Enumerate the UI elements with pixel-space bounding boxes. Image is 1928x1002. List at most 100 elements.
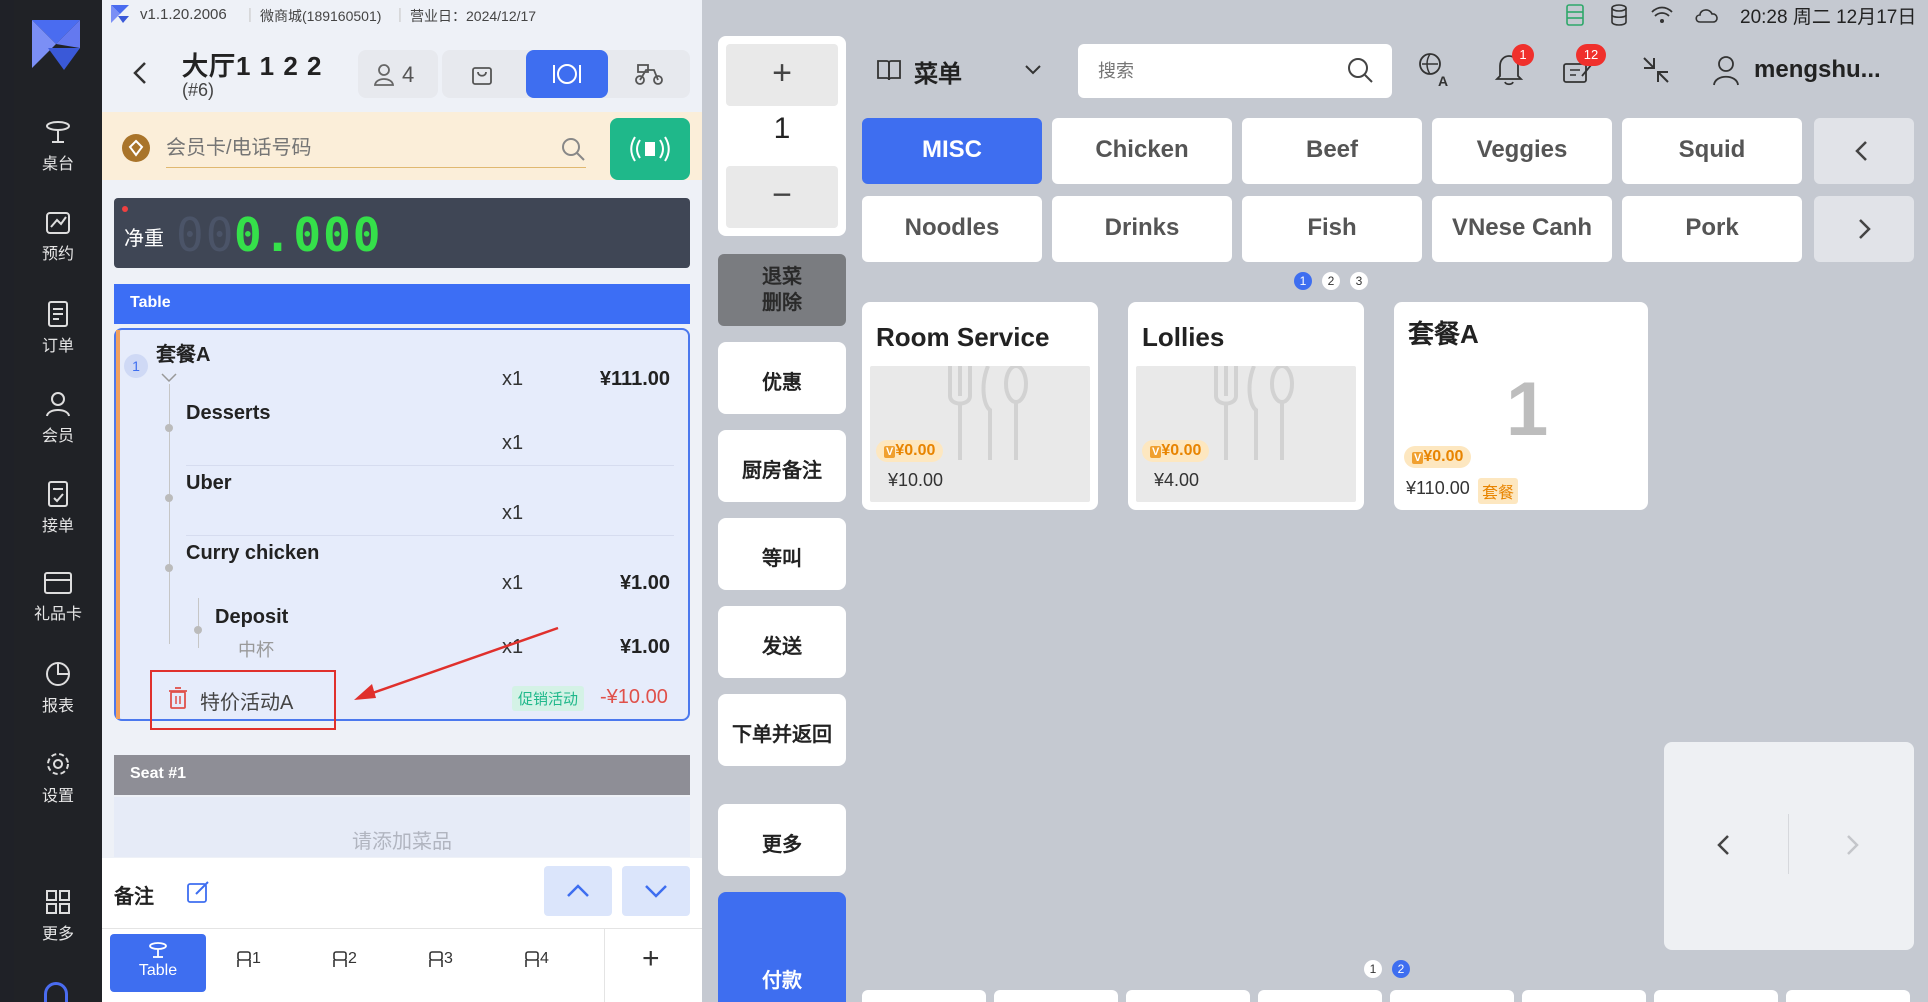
sidebar-item-accept-orders[interactable]: 接单 (14, 480, 102, 536)
product-count: 1 (1506, 367, 1549, 452)
user-icon[interactable] (1712, 54, 1740, 86)
lock-icon[interactable] (44, 982, 68, 1002)
send-button[interactable]: 发送 (718, 606, 846, 678)
chevron-down-icon[interactable] (160, 372, 178, 384)
combo-index-badge: 1 (124, 354, 148, 378)
add-seat-button[interactable]: + (642, 942, 660, 976)
category-misc[interactable]: MISC (862, 118, 1042, 184)
order-and-return-button[interactable]: 下单并返回 (718, 694, 846, 766)
category-beef[interactable]: Beef (1242, 118, 1422, 184)
delivery-button[interactable] (610, 50, 690, 98)
nfc-read-button[interactable] (610, 118, 690, 180)
divider: | (398, 6, 402, 23)
tree-line (169, 384, 170, 644)
guests-button[interactable]: 4 (358, 50, 438, 98)
tab-seat-1[interactable]: 1 (236, 950, 261, 968)
category-page-dot[interactable]: 3 (1350, 272, 1368, 290)
category-page-dot[interactable]: 2 (1322, 272, 1340, 290)
product-price: ¥10.00 (888, 470, 944, 490)
qty-plus-button[interactable]: + (726, 44, 838, 106)
product-page-dot[interactable]: 2 (1392, 960, 1410, 978)
category-chicken[interactable]: Chicken (1052, 118, 1232, 184)
category-squid[interactable]: Squid (1622, 118, 1802, 184)
menu-search-input[interactable] (1078, 44, 1392, 98)
chevron-right-icon[interactable] (1846, 834, 1860, 856)
scale-label: 净重 (124, 228, 164, 250)
product-card[interactable]: Lollies V ¥0.00 ¥4.00 (1128, 302, 1364, 510)
hold-button[interactable]: 等叫 (718, 518, 846, 590)
bottom-card[interactable] (1258, 990, 1382, 1002)
bottom-card[interactable] (994, 990, 1118, 1002)
scale-dim-digits: 00 (176, 208, 236, 262)
seat-empty-text: 请添加菜品 (114, 797, 690, 857)
tab-seat-3[interactable]: 3 (428, 950, 453, 968)
return-delete-button[interactable]: 退菜 删除 (718, 254, 846, 326)
discount-button[interactable]: 优惠 (718, 342, 846, 414)
member-price: ¥0.00 (895, 442, 936, 459)
qty-minus-button[interactable]: − (726, 166, 838, 228)
translate-icon[interactable]: A (1418, 52, 1454, 88)
orders-icon (48, 301, 68, 327)
promo-amount: -¥10.00 (600, 686, 668, 708)
search-icon[interactable] (560, 136, 586, 162)
chair-icon (525, 951, 539, 967)
bottom-card[interactable] (1786, 990, 1910, 1002)
sidebar-item-gift-card[interactable]: 礼品卡 (14, 570, 102, 624)
sidebar-item-reservation[interactable]: 预约 (14, 210, 102, 264)
search-icon[interactable] (1346, 56, 1374, 84)
sidebar-item-reports[interactable]: 报表 (14, 660, 102, 716)
tree-line (198, 598, 199, 648)
back-button[interactable] (130, 58, 150, 88)
kitchen-note-button[interactable]: 厨房备注 (718, 430, 846, 502)
category-pork[interactable]: Pork (1622, 196, 1802, 262)
bottom-card[interactable] (1126, 990, 1250, 1002)
bottom-card[interactable] (1654, 990, 1778, 1002)
sidebar-item-more[interactable]: 更多 (14, 888, 102, 944)
category-fish[interactable]: Fish (1242, 196, 1422, 262)
sidebar-item-members[interactable]: 会员 (14, 390, 102, 446)
chevron-left-icon[interactable] (1716, 834, 1730, 856)
member-search-input[interactable] (166, 130, 586, 168)
tab-seat-2[interactable]: 2 (332, 950, 357, 968)
bottom-card[interactable] (862, 990, 986, 1002)
category-veggies[interactable]: Veggies (1432, 118, 1612, 184)
sidebar-item-tables[interactable]: 桌台 (14, 120, 102, 174)
scroll-up-button[interactable] (544, 866, 612, 916)
guest-count: 4 (402, 62, 415, 87)
settings-icon (47, 753, 69, 775)
tab-table[interactable]: Table (110, 934, 206, 992)
bottom-card[interactable] (1390, 990, 1514, 1002)
category-prev-button[interactable] (1814, 118, 1914, 184)
pay-button[interactable]: 付款 (718, 892, 846, 1002)
seat-section-header[interactable]: Seat #1 (114, 755, 690, 795)
report-icon (46, 662, 70, 686)
username[interactable]: mengshu... (1754, 56, 1881, 84)
category-noodles[interactable]: Noodles (862, 196, 1042, 262)
edit-icon[interactable] (186, 880, 210, 904)
category-next-button[interactable] (1814, 196, 1914, 262)
collapse-icon[interactable] (1642, 56, 1670, 84)
member-price-badge: V ¥0.00 (1142, 440, 1210, 462)
category-drinks[interactable]: Drinks (1052, 196, 1232, 262)
product-card[interactable]: Room Service V ¥0.00 ¥10.00 (862, 302, 1098, 510)
nfc-icon (630, 136, 670, 162)
tab-seat-4[interactable]: 4 (524, 950, 549, 968)
divider (186, 535, 674, 536)
scroll-down-button[interactable] (622, 866, 690, 916)
more-button[interactable]: 更多 (718, 804, 846, 876)
takeaway-button[interactable] (442, 50, 524, 98)
tree-dot (165, 424, 173, 432)
product-page-dot[interactable]: 1 (1364, 960, 1382, 978)
sidebar-item-orders[interactable]: 订单 (14, 300, 102, 356)
chevron-down-icon[interactable] (1024, 64, 1042, 76)
product-card[interactable]: 套餐A 1 V ¥0.00 ¥110.00 套餐 (1394, 302, 1648, 510)
dine-in-button[interactable] (526, 50, 608, 98)
sidebar-item-settings[interactable]: 设置 (14, 750, 102, 806)
bottom-card[interactable] (1522, 990, 1646, 1002)
category-page-dot[interactable]: 1 (1294, 272, 1312, 290)
category-vnese-canh[interactable]: VNese Canh (1432, 196, 1612, 262)
table-section-header[interactable]: Table (114, 284, 690, 324)
seat-number: 3 (444, 950, 453, 968)
chevron-left-icon (133, 62, 146, 84)
menu-selector-label[interactable]: 菜单 (914, 54, 962, 89)
